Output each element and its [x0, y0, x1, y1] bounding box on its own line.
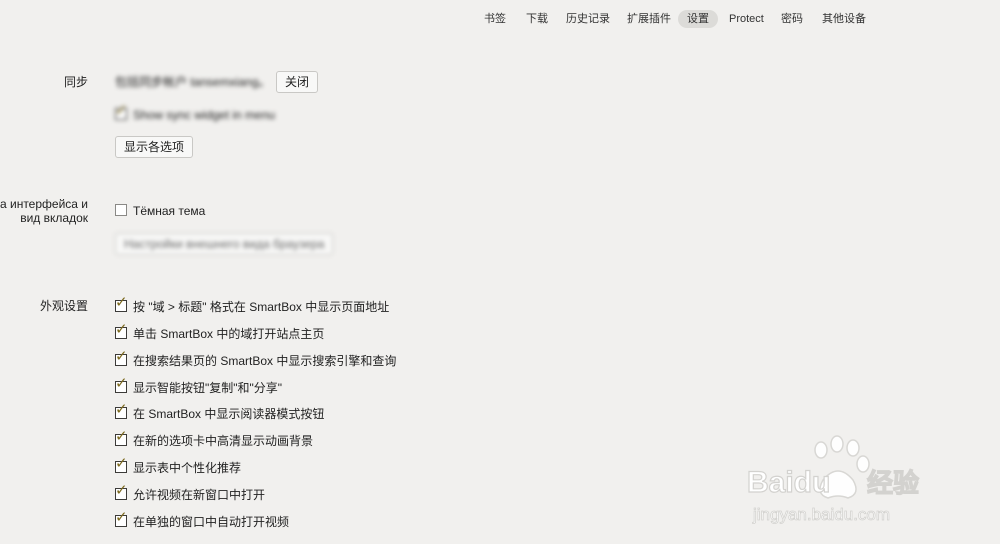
appearance-option-label: 在单独的窗口中自动打开视频 [133, 515, 290, 529]
baidu-paw-icon: Baidu 经验 jingyan.baidu.com [746, 435, 920, 524]
nav-tab-bookmarks[interactable]: 书签 [484, 10, 506, 28]
checkmark-icon: ✓ [115, 481, 128, 499]
theme-label-line1: ма интерфейса и [0, 197, 88, 211]
baidu-brand-cn: 经验 [867, 468, 919, 499]
checkmark-icon: ✓ [115, 508, 128, 526]
appearance-option-label: 在搜索结果页的 SmartBox 中显示搜索引擎和查询 [133, 354, 397, 368]
nav-tab-extensions[interactable]: 扩展插件 [627, 10, 671, 28]
appearance-option-label: 允许视频在新窗口中打开 [133, 488, 266, 502]
appearance-option-label: 按 "域 > 标题" 格式在 SmartBox 中显示页面地址 [133, 300, 390, 314]
checkmark-icon: ✓ [115, 427, 128, 445]
browser-appearance-button[interactable]: Настройки внешнего вида браузера [115, 233, 334, 255]
nav-tab-settings[interactable]: 设置 [678, 10, 718, 28]
checkmark-icon: ✓ [115, 320, 128, 338]
appearance-section-label: 外观设置 [39, 299, 88, 313]
appearance-option-label: 在 SmartBox 中显示阅读器模式按钮 [133, 407, 325, 421]
nav-tab-protect[interactable]: Protect [729, 10, 764, 28]
sync-account-text: 包括同步帐户 tansemxiang。 [115, 75, 271, 89]
appearance-option-label: 显示表中个性化推荐 [133, 461, 242, 475]
show-options-button[interactable]: 显示各选项 [115, 136, 194, 158]
appearance-option-label: 在新的选项卡中高清显示动画背景 [133, 434, 314, 448]
checkmark-icon: ✓ [115, 347, 128, 365]
nav-tab-other-devices[interactable]: 其他设备 [822, 10, 866, 28]
theme-label-line2: вид вкладок [20, 211, 88, 225]
theme-section-label: ма интерфейса и вид вкладок [0, 197, 88, 225]
top-navigation: 书签 下载 历史记录 扩展插件 设置 Protect 密码 其他设备 [0, 10, 1000, 28]
sync-widget-label: Show sync widget in menu [133, 108, 276, 122]
appearance-option-label: 显示智能按钮"复制"和"分享" [133, 381, 283, 395]
checkmark-icon: ✓ [115, 454, 128, 472]
baidu-watermark: Baidu 经验 jingyan.baidu.com [745, 432, 945, 532]
baidu-url: jingyan.baidu.com [752, 505, 890, 524]
nav-tab-downloads[interactable]: 下载 [526, 10, 548, 28]
checkmark-icon: ✓ [115, 101, 128, 119]
sync-close-button[interactable]: 关闭 [276, 71, 319, 93]
checkbox-box[interactable] [115, 204, 127, 216]
nav-tab-history[interactable]: 历史记录 [566, 10, 610, 28]
sync-section-label: 同步 [63, 75, 88, 89]
checkmark-icon: ✓ [115, 400, 128, 418]
baidu-brand: Baidu [747, 466, 830, 499]
checkmark-icon: ✓ [115, 374, 128, 392]
checkmark-icon: ✓ [115, 293, 128, 311]
appearance-option-label: 单击 SmartBox 中的域打开站点主页 [133, 327, 325, 341]
dark-theme-label: Тёмная тема [133, 204, 206, 218]
nav-tab-passwords[interactable]: 密码 [781, 10, 803, 28]
